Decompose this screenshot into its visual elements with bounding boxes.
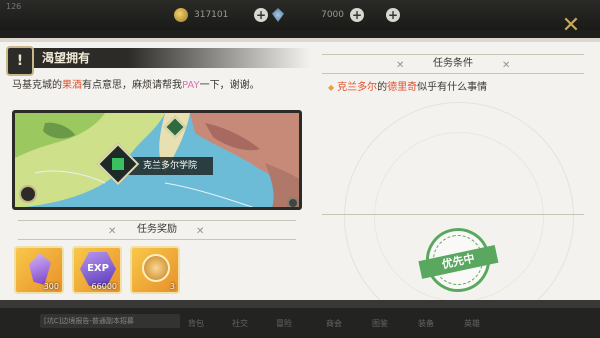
reward-item-exp[interactable]: EXP 66000 xyxy=(72,246,122,294)
gem-amount: 7000 xyxy=(321,10,344,20)
building-icon xyxy=(112,158,124,170)
condition-part: 的 xyxy=(377,82,388,93)
diamond-bullet-icon: ◆ xyxy=(328,83,335,92)
condition-person: 德里奇 xyxy=(387,82,418,93)
gold-coin-icon xyxy=(174,8,188,22)
reward-header-text: 任务奖励 xyxy=(137,224,177,235)
reward-header: ✕ 任务奖励 ✕ xyxy=(18,220,296,240)
chat-preview[interactable]: [坑C]边境报告-普通副本招募 xyxy=(40,314,180,328)
gold-amount: 317101 xyxy=(194,10,229,20)
quest-title: 渴望拥有 xyxy=(42,51,91,65)
gem-resource: 7000 + xyxy=(272,7,364,23)
desc-highlight-item: 果酒 xyxy=(62,80,82,91)
ornament-icon: ✕ xyxy=(196,226,205,237)
nav-item[interactable]: 社交 xyxy=(232,318,248,329)
gold-resource: 317101 + xyxy=(174,7,268,23)
nav-item[interactable]: 装备 xyxy=(418,318,434,329)
nav-item[interactable]: 商会 xyxy=(326,318,342,329)
quest-map[interactable]: 克兰多尔学院 xyxy=(12,110,302,210)
player-level: 126 xyxy=(6,2,22,11)
desc-part: 一下，谢谢。 xyxy=(199,80,260,91)
reward-item-medal[interactable]: 3 xyxy=(130,246,180,294)
reward-count: 3 xyxy=(169,282,175,291)
nav-item[interactable]: 背包 xyxy=(188,318,204,329)
exclamation-icon: ! xyxy=(6,46,34,76)
nav-item[interactable]: 冒险 xyxy=(276,318,292,329)
condition-place: 克兰多尔 xyxy=(337,82,378,93)
extra-resource: + xyxy=(386,7,400,23)
desc-highlight-pay: PAY xyxy=(182,80,200,91)
reward-count: 300 xyxy=(43,282,59,291)
divider xyxy=(322,214,584,215)
reward-list: 300 EXP 66000 3 xyxy=(14,246,180,294)
condition-header-text: 任务条件 xyxy=(433,58,473,69)
desc-part: 有点意思，麻烦请帮我 xyxy=(82,80,182,91)
add-gem-button[interactable]: + xyxy=(350,8,364,22)
condition-text: ◆ 克兰多尔的德里奇似乎有什么事情 xyxy=(328,78,487,93)
gem-icon xyxy=(272,8,284,22)
medal-icon xyxy=(142,254,170,282)
bottom-strip xyxy=(0,300,600,308)
crystal-icon xyxy=(29,253,51,285)
ornament-icon: ✕ xyxy=(502,60,511,71)
nav-item[interactable]: 图鉴 xyxy=(372,318,388,329)
condition-part: 似乎有什么事情 xyxy=(417,82,488,93)
reward-item-crystal[interactable]: 300 xyxy=(14,246,64,294)
add-gold-button[interactable]: + xyxy=(254,8,268,22)
quest-condition-column: ✕ 任务条件 ✕ ◆ 克兰多尔的德里奇似乎有什么事情 优先中 xyxy=(314,42,600,332)
add-extra-button[interactable]: + xyxy=(386,8,400,22)
quest-detail-column: ! 渴望拥有 马基克城的果酒有点意思，麻烦请帮我PAY一下，谢谢。 克兰多尔学院… xyxy=(0,42,310,300)
compass-icon xyxy=(19,185,37,203)
ornament-icon: ✕ xyxy=(108,226,117,237)
reward-count: 66000 xyxy=(91,282,117,291)
ornament-icon: ✕ xyxy=(396,60,405,71)
gear-icon xyxy=(287,197,299,207)
quest-description: 马基克城的果酒有点意思，麻烦请帮我PAY一下，谢谢。 xyxy=(12,76,260,91)
close-icon[interactable]: ✕ xyxy=(556,14,586,38)
desc-part: 马基克城的 xyxy=(12,80,62,91)
nav-item[interactable]: 英雄 xyxy=(464,318,480,329)
exp-icon: EXP xyxy=(80,252,116,286)
condition-header: ✕ 任务条件 ✕ xyxy=(322,54,584,74)
top-hud: 126 317101 + 7000 + + xyxy=(0,0,600,30)
